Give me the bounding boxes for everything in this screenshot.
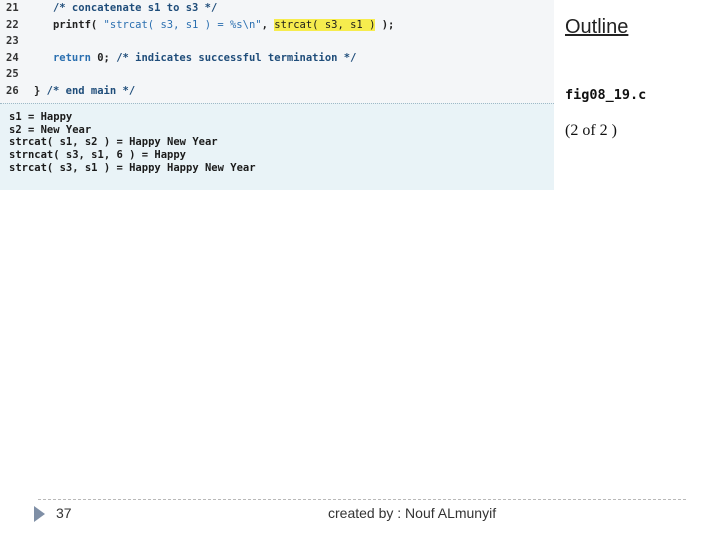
output-line: strcat( s3, s1 ) = Happy Happy New Year <box>9 161 256 174</box>
footer-divider <box>38 499 686 500</box>
slide-number: 37 <box>56 505 72 521</box>
code-token: "strcat( s3, s1 ) = %s\n" <box>103 18 262 31</box>
file-name: fig08_19.c <box>565 87 647 103</box>
code-token: } <box>34 85 47 97</box>
line-number: 23 <box>6 35 19 48</box>
footer-credit: created by : Nouf ALmunyif <box>328 505 497 521</box>
output-divider <box>0 103 554 105</box>
code-token: 0; <box>90 51 117 64</box>
code-line: 22 printf( "strcat( s3, s1 ) = %s\n", st… <box>6 17 394 33</box>
program-output: s1 = Happy s2 = New Year strcat( s1, s2 ) … <box>0 106 554 190</box>
code-token: ); <box>375 18 395 31</box>
code-token: return <box>52 51 91 64</box>
code-line: 25 <box>6 66 34 82</box>
line-number: 24 <box>6 51 19 64</box>
highlighted-code: strcat( s3, s1 ) <box>274 18 376 31</box>
output-line: s1 = Happy <box>9 111 73 123</box>
code-line: 26} /* end main */ <box>6 83 135 99</box>
output-line: strncat( s3, s1, 6 ) = Happy <box>9 149 187 162</box>
code-token: /* indicates successful termination */ <box>116 51 357 64</box>
line-number: 22 <box>6 18 19 31</box>
output-line: strcat( s1, s2 ) = Happy New Year <box>9 136 218 149</box>
line-number: 25 <box>6 68 19 81</box>
slide-arrow-icon <box>34 506 45 522</box>
code-panel: 21 /* concatenate s1 to s3 */22 printf( … <box>0 0 554 190</box>
line-number: 26 <box>6 85 19 97</box>
code-token: /* end main */ <box>46 85 136 97</box>
outline-link[interactable]: Outline <box>565 16 628 39</box>
code-token: , <box>261 18 275 31</box>
page-info: (2 of 2 ) <box>565 122 617 139</box>
code-line: 24 return 0; /* indicates successful ter… <box>6 50 356 66</box>
code-token: /* concatenate s1 to s3 */ <box>52 2 218 14</box>
code-line: 21 /* concatenate s1 to s3 */ <box>6 0 217 16</box>
line-number: 21 <box>6 2 19 14</box>
code-token: printf( <box>52 18 104 31</box>
output-line: s2 = New Year <box>9 123 92 136</box>
source-code-listing: 21 /* concatenate s1 to s3 */22 printf( … <box>0 0 554 103</box>
code-line: 23 <box>6 33 34 49</box>
